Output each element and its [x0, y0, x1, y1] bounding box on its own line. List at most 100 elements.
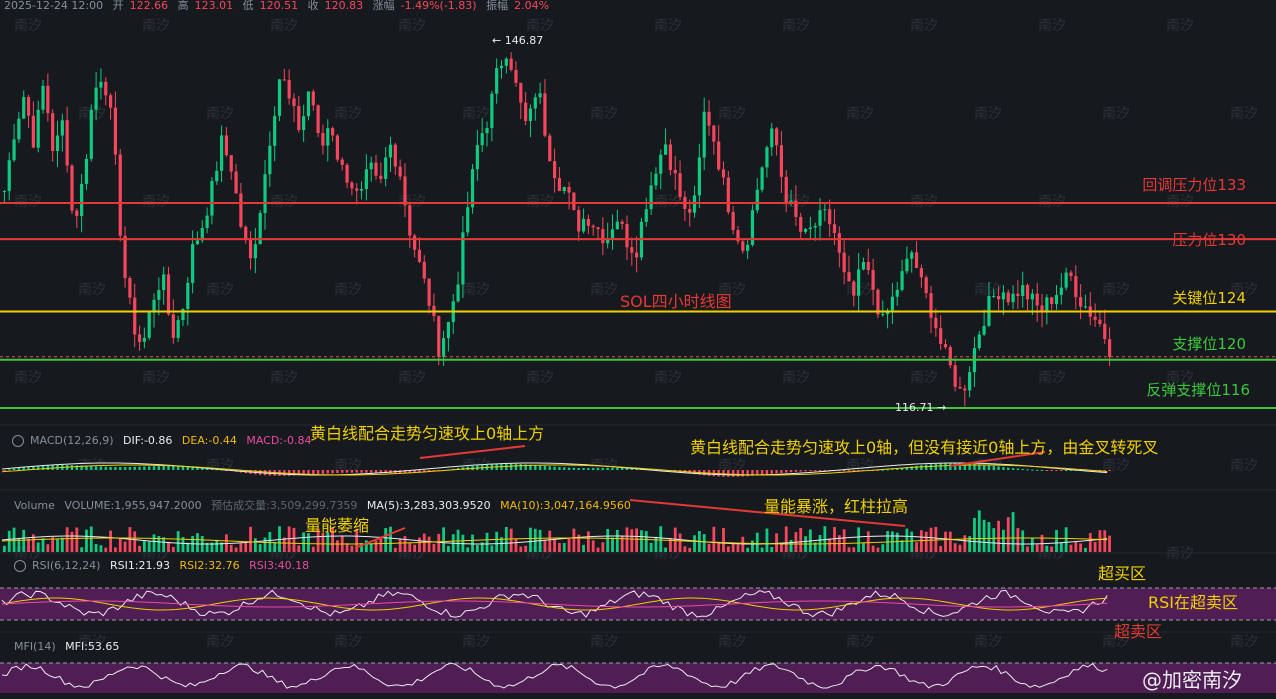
watermark-tile: 南汐: [206, 458, 234, 474]
candle-body: [75, 210, 79, 216]
macd-histogram-bar: [1040, 469, 1044, 471]
candle-body: [398, 166, 402, 177]
macd-histogram-bar: [138, 466, 141, 470]
volume-bar: [273, 541, 277, 552]
candle-body: [316, 105, 320, 134]
macd-histogram-bar: [123, 467, 127, 470]
candle-body: [461, 232, 465, 285]
candle-body: [601, 229, 605, 244]
volume-bar: [162, 537, 166, 552]
candle-body: [784, 176, 788, 204]
candle-body: [84, 158, 89, 184]
candle-body: [842, 252, 846, 273]
volume-bar: [1026, 546, 1029, 552]
volume-bar: [171, 546, 175, 552]
candle-body: [31, 115, 35, 148]
low-label: 低: [242, 0, 254, 12]
rsi-settings-icon[interactable]: [14, 560, 26, 572]
candle-body: [403, 176, 407, 206]
macd-histogram-bar: [1060, 470, 1063, 471]
candle-body: [345, 164, 349, 183]
volume-bar: [7, 530, 11, 552]
author-watermark: @加密南汐: [1142, 668, 1242, 692]
volume-bar: [393, 547, 397, 552]
candle-body: [900, 271, 904, 290]
candle-body: [659, 154, 663, 174]
candle-body: [417, 249, 422, 262]
candle-body: [943, 344, 948, 348]
candle-body: [552, 161, 557, 179]
volume-bar: [369, 543, 373, 552]
macd-histogram-bar: [944, 463, 947, 470]
volume-bar: [673, 527, 677, 552]
candle-body: [905, 258, 909, 272]
watermark-tile: 南汐: [206, 106, 234, 122]
candle-body: [287, 80, 291, 99]
candle-body: [533, 97, 537, 109]
level-label-130: 压力位130: [1172, 231, 1246, 249]
macd-histogram-bar: [567, 467, 571, 470]
bell-icon[interactable]: [12, 435, 24, 447]
volume-bar: [606, 528, 610, 552]
watermark-tile: 南汐: [1166, 18, 1194, 34]
candle-body: [456, 284, 460, 302]
candle-body: [519, 82, 523, 103]
candle-body: [528, 108, 533, 122]
candle-body: [384, 157, 388, 179]
candle-body: [113, 107, 118, 155]
candle-body: [437, 316, 441, 357]
candle-body: [514, 69, 518, 83]
macd-histogram-bar: [350, 470, 354, 473]
candle-body: [94, 87, 98, 110]
watermark-tile: 南汐: [654, 18, 682, 34]
candle-body: [1021, 285, 1025, 297]
candle-body: [654, 173, 658, 186]
candle-body: [118, 154, 122, 236]
rsi2-value: RSI2:32.76: [179, 559, 240, 572]
candle-body: [832, 224, 837, 234]
candle-body: [215, 170, 219, 182]
volume-bar: [447, 546, 450, 552]
macd-histogram-bar: [17, 467, 21, 470]
candle-body: [422, 261, 426, 279]
volume-bar: [292, 527, 296, 552]
volume-bar: [374, 540, 378, 552]
candle-body: [191, 244, 195, 283]
candle-body: [808, 227, 812, 230]
watermark-tile: 南汐: [270, 18, 298, 34]
candle-body: [919, 268, 923, 278]
candle-body: [350, 182, 354, 189]
candle-body: [562, 186, 566, 192]
candle-body: [157, 290, 161, 300]
volume-bar: [1021, 530, 1025, 552]
macd-histogram-bar: [794, 470, 798, 472]
macd-histogram-bar: [46, 465, 50, 470]
high-marker: ← 146.87: [492, 34, 544, 47]
volume-bar: [114, 547, 117, 552]
candle-body: [297, 106, 301, 130]
macd-histogram-bar: [789, 470, 793, 473]
low-value: 120.51: [259, 0, 299, 12]
candle-body: [1064, 272, 1068, 288]
candle-body: [697, 157, 701, 196]
macd-header: MACD(12,26,9) DIF:-0.86 DEA:-0.44 MACD:-…: [12, 434, 317, 447]
macd-histogram-bar: [809, 470, 812, 472]
volume-bar: [258, 544, 262, 552]
volume-bar: [717, 542, 721, 552]
watermark-tile: 南汐: [590, 106, 618, 122]
rsi-in-oversold-label: RSI在超卖区: [1148, 593, 1238, 612]
candle-body: [610, 229, 615, 239]
volume-bar: [104, 547, 108, 552]
watermark-tile: 南汐: [910, 546, 938, 562]
volume-bar: [89, 526, 93, 552]
rsi-header: RSI(6,12,24) RSI1:21.93 RSI2:32.76 RSI3:…: [14, 559, 315, 572]
volume-bar: [654, 536, 658, 552]
volume-bar: [176, 531, 180, 552]
macd-histogram-bar: [760, 470, 764, 475]
volume-bar: [1093, 541, 1097, 552]
candle-body: [755, 189, 759, 211]
macd-histogram-bar: [731, 470, 735, 477]
volume-bar: [36, 542, 40, 552]
watermark-tile: 南汐: [1230, 458, 1258, 474]
candle-body: [741, 241, 745, 251]
